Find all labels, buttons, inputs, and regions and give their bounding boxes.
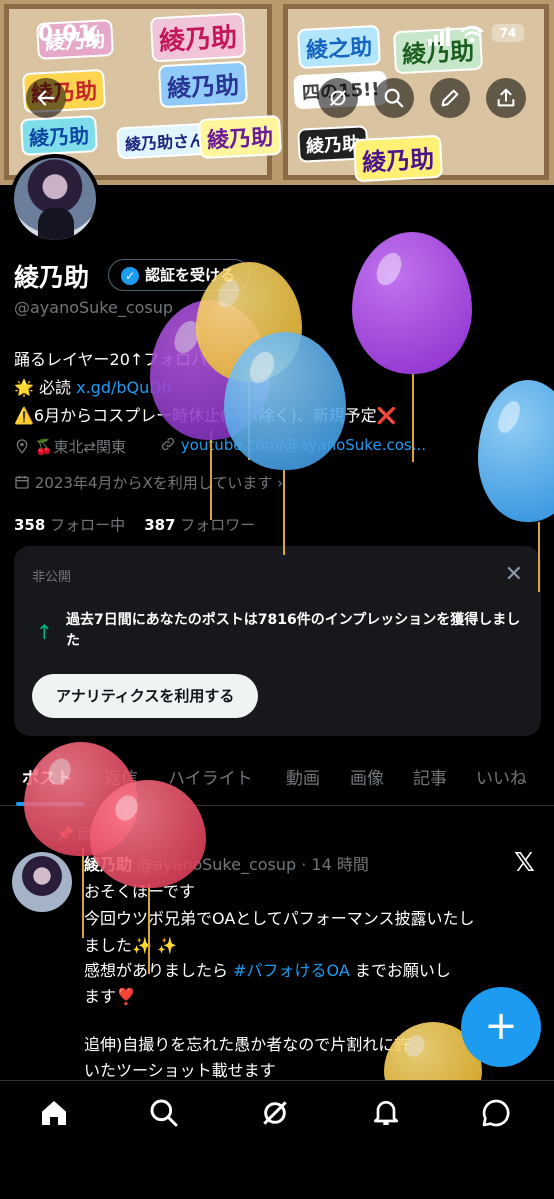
post-line: ました✨ ✨ <box>84 936 177 955</box>
bio-line-2: 🌟 必読 x.gd/bQuDb <box>14 374 172 398</box>
chat-bubble-icon <box>482 1099 510 1127</box>
balloon-string <box>82 848 84 938</box>
location-text: 🍒東北⇄関東 <box>34 438 127 456</box>
profile-stats: 358 フォロー中 387 フォロワー <box>14 514 255 535</box>
status-time: 0:01 <box>38 22 93 47</box>
following-label: フォロー中 <box>50 516 126 534</box>
pencil-icon <box>441 89 459 107</box>
share-button[interactable] <box>486 78 526 118</box>
nav-home[interactable] <box>38 1097 74 1133</box>
banner-sticker: 綾乃助 <box>352 134 444 183</box>
wifi-icon <box>460 25 484 43</box>
blue-balloon <box>224 332 346 470</box>
banner-sticker: 綾乃助 <box>198 114 283 160</box>
tab-videos[interactable]: 動画 <box>286 764 320 789</box>
card-close-button[interactable]: ✕ <box>505 562 523 587</box>
compose-post-button[interactable]: + <box>461 987 541 1067</box>
grok-icon <box>329 89 347 107</box>
grok-button[interactable] <box>318 78 358 118</box>
followers-label: フォロワー <box>180 516 256 534</box>
x-logo-icon: 𝕏 <box>514 848 535 878</box>
blue-balloon <box>478 380 554 522</box>
post-text: までお願いし <box>349 961 451 980</box>
battery-icon: 74 <box>492 24 524 42</box>
balloon-string <box>412 374 414 462</box>
balloon-string <box>283 470 285 555</box>
post-line: 感想がありましたら #パフォけるOA までお願いし <box>84 957 451 981</box>
profile-name: 綾乃助 <box>14 263 90 292</box>
search-icon <box>150 1099 178 1127</box>
tab-articles[interactable]: 記事 <box>413 764 447 789</box>
tab-highlights[interactable]: ハイライト <box>168 764 253 789</box>
profile-joined[interactable]: 2023年4月からXを利用しています › <box>14 472 283 493</box>
purple-balloon <box>352 232 472 374</box>
post-line: いたツーショット載せます <box>84 1061 276 1080</box>
profile-location: 🍒東北⇄関東 <box>14 436 126 457</box>
banner-sticker: 綾乃助 <box>157 60 249 109</box>
back-button[interactable] <box>26 78 66 118</box>
arrow-left-icon <box>37 90 55 106</box>
nav-messages[interactable] <box>480 1097 516 1133</box>
impressions-text: 過去7日間にあなたのポストは7816件のインプレッションを獲得しました <box>66 612 521 649</box>
tab-likes[interactable]: いいね <box>476 764 527 789</box>
post-hashtag[interactable]: #パフォけるOA <box>233 961 350 980</box>
followers-link[interactable]: 387 フォロワー <box>144 516 255 534</box>
post-text: 感想がありましたら <box>84 961 234 980</box>
post-line: ます❣️ <box>84 987 136 1006</box>
share-icon <box>497 88 515 107</box>
nav-notifications[interactable] <box>370 1097 406 1133</box>
search-button[interactable] <box>374 78 414 118</box>
joined-text: 2023年4月からXを利用しています <box>34 474 273 492</box>
balloon-string <box>148 884 150 974</box>
location-pin-icon <box>16 439 28 454</box>
verified-badge-icon: ✓ <box>121 267 139 285</box>
home-icon <box>42 1101 66 1125</box>
card-private-label: 非公開 <box>32 570 72 585</box>
bottom-nav <box>0 1080 554 1199</box>
focus-moon-icon <box>91 21 114 44</box>
profile-handle: @ayanoSuke_cosup <box>14 298 174 317</box>
red-balloon <box>90 780 206 888</box>
balloon-string <box>538 522 540 592</box>
post-line: 今回ウツボ兄弟でOAとしてパフォーマンス披露いたし <box>84 909 475 928</box>
following-count: 358 <box>14 516 46 534</box>
banner-sticker: 綾乃助 <box>20 115 98 156</box>
grok-icon <box>263 1101 287 1125</box>
bio-line-2-prefix: 🌟 必読 <box>14 378 77 397</box>
status-bar: 0:01 74 <box>0 20 554 50</box>
analytics-card: 非公開 ✕ ↑ 過去7日間にあなたのポストは7816件のインプレッションを獲得し… <box>14 546 541 736</box>
bell-icon <box>374 1101 398 1125</box>
nav-grok[interactable] <box>259 1097 295 1133</box>
post-line: 追伸)自撮りを忘れた愚か者なので片割れに許 <box>84 1035 411 1054</box>
following-link[interactable]: 358 フォロー中 <box>14 516 125 534</box>
post-avatar[interactable] <box>12 852 72 912</box>
nav-search[interactable] <box>148 1097 184 1133</box>
close-icon: ✕ <box>504 562 523 587</box>
profile-avatar[interactable] <box>10 154 100 244</box>
link-icon <box>161 437 175 451</box>
calendar-icon <box>15 476 29 489</box>
edit-button[interactable] <box>430 78 470 118</box>
search-icon <box>384 88 404 108</box>
balloon-string <box>210 430 212 520</box>
arrow-up-icon: ↑ <box>36 620 53 644</box>
use-analytics-button[interactable]: アナリティクスを利用する <box>32 674 259 718</box>
followers-count: 387 <box>144 516 176 534</box>
tab-images[interactable]: 画像 <box>350 764 384 789</box>
